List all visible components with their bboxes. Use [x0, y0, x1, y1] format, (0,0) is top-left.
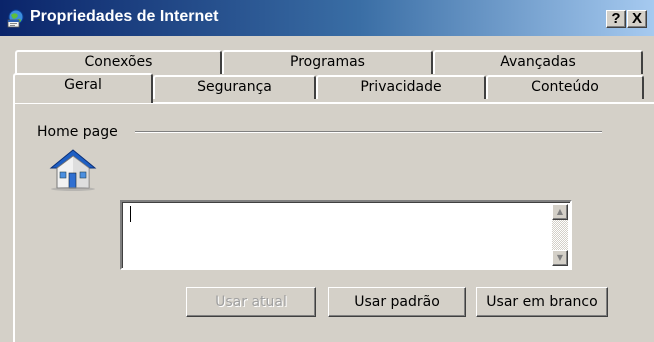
help-button[interactable]: ?	[606, 10, 626, 28]
tab-label: Segurança	[197, 79, 272, 95]
group-divider	[135, 131, 602, 133]
tab-label: Conteúdo	[531, 79, 599, 95]
ie-globe-icon	[7, 9, 24, 28]
tab-label: Privacidade	[360, 79, 442, 95]
use-blank-button[interactable]: Usar em branco	[476, 287, 608, 317]
home-page-section-label: Home page	[37, 124, 118, 140]
tab-label: Conexões	[84, 54, 153, 70]
tab-conexoes[interactable]: Conexões	[15, 50, 222, 74]
tab-label: Programas	[290, 54, 365, 70]
scroll-up-icon[interactable]: ▲	[552, 204, 568, 220]
text-caret	[130, 206, 131, 222]
tab-label: Geral	[64, 77, 102, 93]
tab-geral[interactable]: Geral	[13, 73, 153, 103]
tab-seguranca[interactable]: Segurança	[153, 75, 316, 99]
tab-programas[interactable]: Programas	[222, 50, 433, 74]
house-icon	[49, 149, 97, 191]
scroll-down-icon[interactable]: ▼	[552, 250, 568, 266]
tab-privacidade[interactable]: Privacidade	[316, 75, 486, 99]
title-bar[interactable]: Propriedades de Internet ? X	[0, 0, 654, 36]
use-default-button[interactable]: Usar padrão	[328, 287, 466, 317]
home-page-address-input[interactable]: ▲ ▼	[120, 200, 572, 270]
tab-conteudo[interactable]: Conteúdo	[486, 75, 644, 99]
use-current-button[interactable]: Usar atual	[186, 287, 316, 317]
window-title: Propriedades de Internet	[30, 8, 219, 25]
tab-avancadas[interactable]: Avançadas	[433, 50, 643, 74]
close-button[interactable]: X	[627, 10, 647, 28]
tab-label: Avançadas	[500, 54, 576, 70]
